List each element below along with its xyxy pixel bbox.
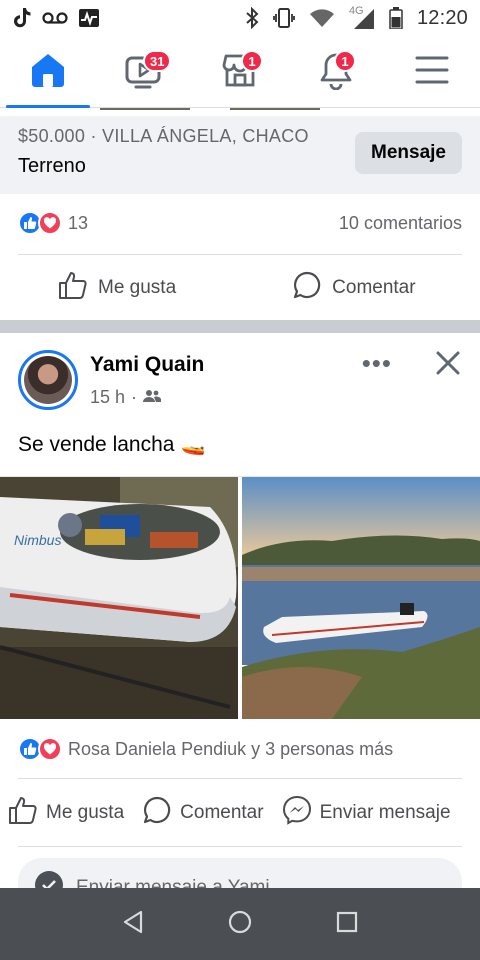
divider [18,846,462,847]
divider [18,254,462,255]
photo-boat-lake[interactable] [242,477,480,719]
hamburger-icon [414,54,450,91]
network-type: 4G [348,5,364,17]
comment-button[interactable]: Comentar [142,795,264,831]
post-text: Se vende lancha 🚤 [18,432,206,457]
comment-button[interactable]: Comentar [292,270,416,306]
post2-reactions-summary[interactable]: Rosa Daniela Pendiuk y 3 personas más [18,732,462,766]
back-icon[interactable] [122,910,144,939]
tab-notifications[interactable]: 1 [288,36,384,108]
avatar[interactable] [18,350,78,410]
home-icon [28,50,68,95]
more-options-button[interactable]: ••• [362,350,392,376]
boat-emoji: 🚤 [180,434,206,456]
thumbs-up-icon [58,270,88,306]
status-left-icons [12,7,100,29]
reactors-text: Rosa Daniela Pendiuk y 3 personas más [68,738,394,759]
vibrate-icon [273,7,295,29]
post-photos: Nimbus [0,476,480,719]
svg-text:Nimbus: Nimbus [14,532,61,548]
system-nav-bar [0,888,480,960]
message-button[interactable]: Mensaje [355,132,462,174]
post2-actions: Me gusta Comentar Enviar mensaje [0,788,480,838]
tab-home[interactable] [0,36,96,108]
status-bar: 4G 12:20 [0,0,480,36]
photo-boat-trailer[interactable]: Nimbus [0,477,238,719]
home-circle-icon[interactable] [228,910,252,939]
comment-bubble-icon [292,270,322,306]
status-right-icons: 4G 12:20 [245,5,468,30]
image-strip [0,108,480,116]
like-button[interactable]: Me gusta [8,795,124,831]
comments-count[interactable]: 10 comentarios [339,213,462,234]
divider [18,778,462,779]
post-time[interactable]: 15 h [90,387,125,408]
recents-icon[interactable] [336,911,358,938]
tab-watch[interactable]: 31 [96,36,192,108]
marketplace-badge: 1 [241,50,263,72]
comment-bubble-icon [142,795,172,831]
battery-icon [389,7,403,29]
close-icon[interactable] [434,349,462,382]
friends-icon [143,387,162,408]
tab-menu[interactable] [384,36,480,108]
signal-icon: 4G [348,5,375,29]
post-meta: 15 h · [90,387,162,408]
reactions-summary[interactable]: 13 10 comentarios [18,206,462,240]
reaction-count: 13 [68,212,89,233]
love-reaction-icon [38,211,62,235]
post-separator [0,320,480,333]
post1-actions: Me gusta Comentar [0,263,480,313]
messenger-icon [282,795,312,831]
bluetooth-icon [245,7,259,29]
tiktok-icon [12,7,32,29]
top-nav: 31 1 1 [0,36,480,108]
voicemail-icon [42,11,68,25]
post-header: Yami Quain 15 h · ••• [18,345,462,415]
watch-badge: 31 [143,50,172,72]
notifications-badge: 1 [334,50,356,72]
activity-icon [78,8,100,28]
post-author[interactable]: Yami Quain [90,353,204,377]
thumbs-up-icon [8,795,38,831]
marketplace-item[interactable]: $50.000 · VILLA ÁNGELA, CHACO Terreno Me… [0,116,480,194]
like-button[interactable]: Me gusta [58,270,176,306]
tab-marketplace[interactable]: 1 [192,36,288,108]
wifi-icon [309,8,335,28]
clock: 12:20 [416,6,468,29]
love-reaction-icon [38,737,62,761]
send-message-button[interactable]: Enviar mensaje [282,795,451,831]
